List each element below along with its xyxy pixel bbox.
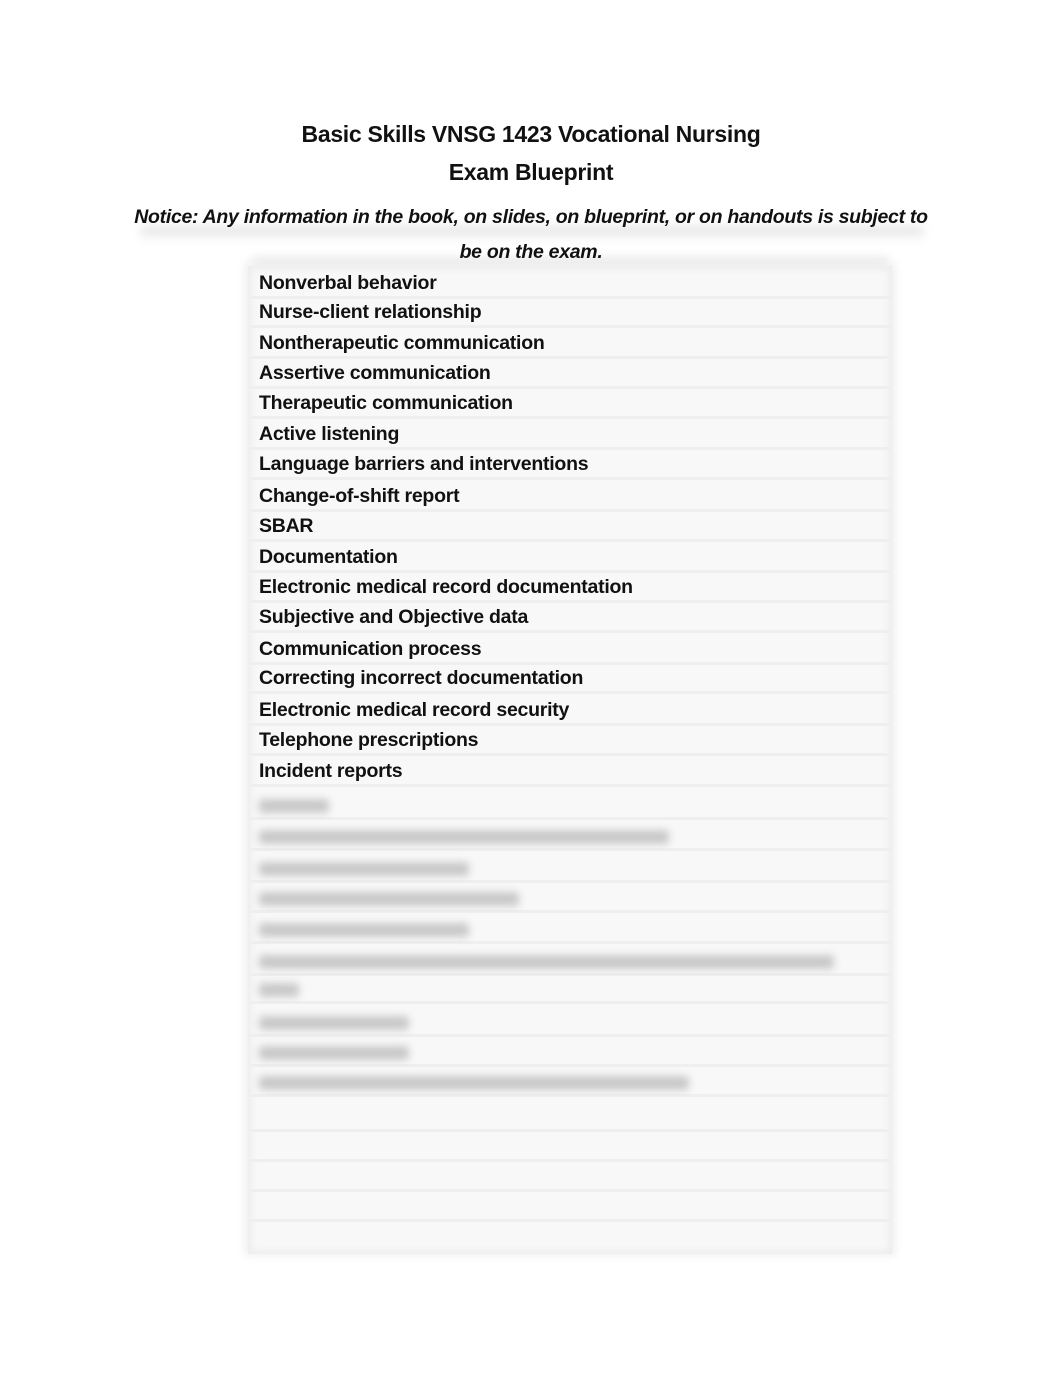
document-page: Basic Skills VNSG 1423 Vocational Nursin… [0,0,1062,1377]
topic-cell: Correcting incorrect documentation [259,667,584,689]
obscured-text [259,830,669,844]
table-row: SBAR [248,512,892,542]
topic-cell: Nurse-client relationship [259,301,482,323]
table-row-obscured [248,946,892,976]
table-row: Assertive communication [248,359,892,389]
topic-cell: Active listening [259,423,400,445]
table-row: Active listening [248,420,892,450]
table-row-obscured [248,853,892,883]
table-row: Nontherapeutic communication [248,329,892,359]
topic-cell: Communication process [259,638,482,660]
table-row: Telephone prescriptions [248,726,892,756]
document-title: Basic Skills VNSG 1423 Vocational Nursin… [301,121,761,147]
obscured-text [259,983,299,997]
topic-cell: Assertive communication [259,362,491,384]
obscured-text [259,892,519,906]
table-row-obscured [248,1037,892,1067]
table-row: Nonverbal behavior [248,269,892,299]
table-row-obscured [248,974,892,1004]
topic-cell: Incident reports [259,760,403,782]
table-row-obscured [248,1007,892,1037]
document-subtitle: Exam Blueprint [448,159,614,185]
table-row: Subjective and Objective data [248,603,892,633]
table-row: Incident reports [248,757,892,787]
topic-cell: Electronic medical record documentation [259,576,633,598]
topic-cell: Language barriers and interventions [259,453,589,475]
topic-cell: Therapeutic communication [259,392,513,414]
table-row-empty [248,1162,892,1192]
table-row: Electronic medical record documentation [248,573,892,603]
table-row: Language barriers and interventions [248,450,892,480]
table-row-obscured [248,821,892,851]
obscured-text [259,1046,409,1060]
table-row: Therapeutic communication [248,389,892,419]
topic-cell: SBAR [259,515,314,537]
topic-cell: Change-of-shift report [259,485,460,507]
exam-notice: Notice: Any information in the book, on … [134,206,928,263]
table-row-obscured [248,790,892,820]
obscured-text [259,955,834,969]
obscured-text [259,1076,689,1090]
table-row-obscured [248,883,892,913]
table-row-empty [248,1132,892,1162]
table-row: Documentation [248,543,892,573]
topic-cell: Documentation [259,546,398,568]
table-row-empty [248,1102,892,1132]
table-row: Correcting incorrect documentation [248,664,892,694]
obscured-text [259,799,329,813]
table-row: Electronic medical record security [248,696,892,726]
table-row: Communication process [248,635,892,665]
topic-cell: Nontherapeutic communication [259,332,545,354]
topic-cell: Electronic medical record security [259,699,570,721]
blueprint-topics-table: Nonverbal behavior Nurse-client relations… [248,266,892,1254]
obscured-text [259,923,469,937]
topic-cell: Subjective and Objective data [259,606,529,628]
table-row: Change-of-shift report [248,482,892,512]
obscured-text [259,1016,409,1030]
obscured-text [259,862,469,876]
table-row-obscured [248,1067,892,1097]
table-row-obscured [248,914,892,944]
topic-cell: Nonverbal behavior [259,272,437,294]
topic-cell: Telephone prescriptions [259,729,479,751]
table-row-empty [248,1192,892,1222]
table-row: Nurse-client relationship [248,298,892,328]
